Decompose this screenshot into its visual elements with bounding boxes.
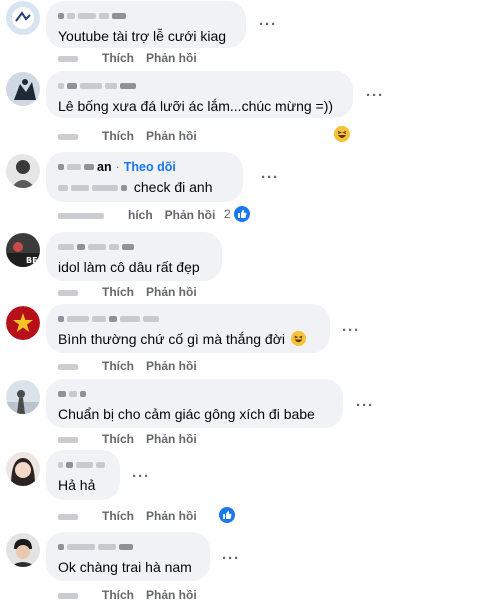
avatar[interactable] xyxy=(6,1,40,35)
comment-bubble: Bình thường chứ cố gì mà thắng đời xyxy=(46,304,330,353)
comment-text: check đi anh xyxy=(58,178,231,197)
avatar[interactable] xyxy=(6,380,40,414)
like-button[interactable]: hích xyxy=(128,208,153,222)
timestamp[interactable] xyxy=(58,588,90,602)
comment-text: Bình thường chứ cố gì mà thắng đời xyxy=(58,330,318,349)
reply-button[interactable]: Phản hồi xyxy=(146,359,197,373)
more-options-icon[interactable]: ··· xyxy=(261,170,279,185)
author-name-suffix: an xyxy=(97,160,112,174)
comment-bubble: Ok chàng trai hà nam xyxy=(46,532,210,581)
comment-text: Youtube tài trợ lễ cưới kiag xyxy=(58,28,227,44)
haha-reaction-icon xyxy=(290,331,306,346)
like-button[interactable]: Thích xyxy=(102,285,134,299)
comment-bubble: Lê bống xưa đá lưỡi ác lắm...chúc mừng =… xyxy=(46,71,353,118)
reaction-count: 2 xyxy=(224,207,231,221)
comment-bubble: Chuẩn bị cho cảm giác gông xích đi babe xyxy=(46,379,343,428)
comment-actions: Thích Phản hồi xyxy=(58,51,209,65)
comment-bubble: Hả hả xyxy=(46,450,120,500)
timestamp[interactable] xyxy=(58,432,90,446)
timestamp[interactable] xyxy=(58,359,90,373)
more-options-icon[interactable]: ··· xyxy=(356,398,374,413)
like-button[interactable]: Thích xyxy=(102,588,134,602)
timestamp[interactable] xyxy=(58,129,90,143)
comment-text: Ok chàng trai hà nam xyxy=(58,559,192,575)
like-button[interactable]: Thích xyxy=(102,509,134,523)
like-button[interactable]: Thích xyxy=(102,129,134,143)
avatar[interactable] xyxy=(6,533,40,567)
comment-actions: Thích Phản hồi xyxy=(58,588,209,602)
comment-text: Lê bống xưa đá lưỡi ác lắm...chúc mừng =… xyxy=(58,98,334,114)
reaction-indicator[interactable] xyxy=(216,507,235,523)
reply-button[interactable]: Phản hồi xyxy=(165,208,216,222)
author-name[interactable] xyxy=(58,386,331,402)
more-options-icon[interactable]: ··· xyxy=(366,88,384,103)
author-name[interactable] xyxy=(58,239,210,255)
reaction-indicator[interactable]: 2 xyxy=(224,206,250,222)
comment-actions: hích Phản hồi xyxy=(58,208,227,222)
comment-actions: Thích Phản hồi xyxy=(58,285,209,299)
haha-reaction-icon xyxy=(334,126,350,142)
comment-actions: Thích Phản hồi xyxy=(58,359,209,373)
comment-text-visible: check đi anh xyxy=(133,179,213,195)
author-name[interactable] xyxy=(58,78,341,94)
comment-actions: Thích Phản hồi xyxy=(58,129,209,143)
avatar[interactable] xyxy=(6,72,40,106)
more-options-icon[interactable]: ··· xyxy=(222,551,240,566)
like-reaction-icon xyxy=(233,206,250,222)
more-options-icon[interactable]: ··· xyxy=(132,469,150,484)
author-name[interactable] xyxy=(58,8,234,24)
like-button[interactable]: Thích xyxy=(102,432,134,446)
comment-text-visible: Bình thường chứ cố gì mà thắng đời xyxy=(58,331,286,347)
avatar[interactable] xyxy=(6,452,40,486)
like-button[interactable]: Thích xyxy=(102,359,134,373)
comment-bubble: idol làm cô dâu rất đẹp xyxy=(46,232,222,281)
reply-button[interactable]: Phản hồi xyxy=(146,588,197,602)
comment-actions: Thích Phản hồi xyxy=(58,432,209,446)
follow-button[interactable]: Theo dõi xyxy=(124,159,176,175)
comment-actions: Thích Phản hồi xyxy=(58,509,209,523)
more-options-icon[interactable]: ··· xyxy=(342,323,360,338)
author-name[interactable] xyxy=(58,457,108,473)
comment-text: Chuẩn bị cho cảm giác gông xích đi babe xyxy=(58,406,315,422)
reply-button[interactable]: Phản hồi xyxy=(146,509,197,523)
reaction-indicator[interactable] xyxy=(334,126,350,142)
comment-text: idol làm cô dâu rất đẹp xyxy=(58,259,200,275)
reply-button[interactable]: Phản hồi xyxy=(146,285,197,299)
more-options-icon[interactable]: ··· xyxy=(259,17,277,32)
reply-button[interactable]: Phản hồi xyxy=(146,432,197,446)
author-name[interactable] xyxy=(58,539,198,555)
author-name[interactable]: an · Theo dõi xyxy=(58,159,231,175)
reply-button[interactable]: Phản hồi xyxy=(146,129,197,143)
svg-text:BE: BE xyxy=(26,256,38,265)
like-button[interactable]: Thích xyxy=(102,51,134,65)
timestamp[interactable] xyxy=(58,509,90,523)
author-name[interactable] xyxy=(58,311,318,327)
comment-bubble: an · Theo dõi check đi anh xyxy=(46,152,243,202)
avatar[interactable] xyxy=(6,306,40,340)
comment-text: Hả hả xyxy=(58,477,96,493)
comment-bubble: Youtube tài trợ lễ cưới kiag xyxy=(46,1,246,48)
like-reaction-icon xyxy=(219,507,235,523)
reply-button[interactable]: Phản hồi xyxy=(146,51,197,65)
timestamp[interactable] xyxy=(58,51,90,65)
avatar[interactable] xyxy=(6,154,40,188)
timestamp[interactable] xyxy=(58,285,90,299)
timestamp[interactable] xyxy=(58,208,116,222)
avatar[interactable]: BE xyxy=(6,233,40,267)
